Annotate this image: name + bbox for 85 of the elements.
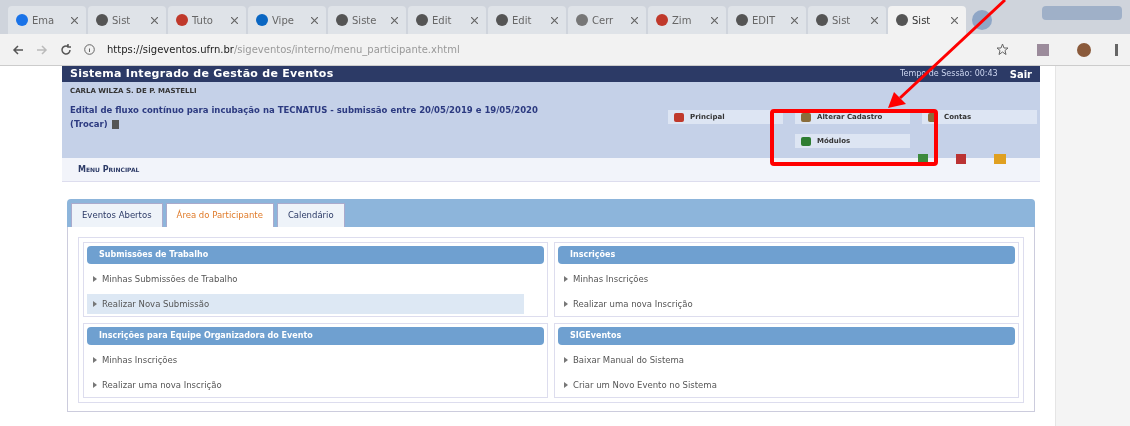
address-field[interactable]: https://sigeventos.ufrn.br/sigeventos/interno/menu_participante.xhtml — [107, 42, 460, 57]
logout-link[interactable]: Sair — [1009, 66, 1032, 82]
shortcut-icon — [799, 110, 813, 124]
close-icon[interactable] — [711, 16, 718, 24]
change-link[interactable]: (Trocar) — [70, 118, 108, 129]
bullet-icon — [93, 357, 97, 363]
close-icon[interactable] — [631, 16, 638, 24]
site-icon — [576, 14, 588, 26]
browser-tab[interactable]: Sist — [88, 6, 166, 34]
system-title: Sistema Integrado de Gestão de Eventos — [70, 65, 334, 82]
browser-tab[interactable]: EDIT — [728, 6, 806, 34]
menu-link[interactable]: Minhas Inscrições — [87, 350, 524, 370]
close-icon[interactable] — [871, 16, 878, 24]
menu-link[interactable]: Criar um Novo Evento no Sistema — [558, 375, 995, 395]
menu-link[interactable]: Minhas Inscrições — [558, 269, 995, 289]
tab-title: EDIT — [752, 13, 776, 28]
close-icon[interactable] — [151, 16, 158, 24]
bullet-icon — [93, 382, 97, 388]
close-icon[interactable] — [71, 16, 78, 24]
document-icon[interactable] — [111, 119, 119, 129]
site-icon — [656, 14, 668, 26]
browser-tab[interactable]: Siste — [328, 6, 406, 34]
site-icon — [16, 14, 28, 26]
menu-link[interactable]: Baixar Manual do Sistema — [558, 350, 995, 370]
site-icon — [336, 14, 348, 26]
bullet-icon — [93, 301, 97, 307]
menu-link[interactable]: Minhas Submissões de Trabalho — [87, 269, 524, 289]
browser-tab[interactable]: Vipe — [248, 6, 326, 34]
tab-title: Cerr — [592, 13, 614, 28]
tab-title: Zim — [672, 13, 692, 28]
site-icon — [816, 14, 828, 26]
site-icon — [256, 14, 268, 26]
tab-title: Edit — [512, 13, 532, 28]
section-header: Inscrições para Equipe Organizadora do Evento — [87, 327, 544, 345]
menu-link[interactable]: Realizar uma nova Inscrição — [558, 294, 995, 314]
site-icon — [896, 14, 908, 26]
menu-link[interactable]: Realizar uma nova Inscrição — [87, 375, 524, 395]
browser-tab[interactable]: Cerr — [568, 6, 646, 34]
tab-title: Ema — [32, 13, 55, 28]
browser-tab[interactable]: Zim — [648, 6, 726, 34]
browser-tab[interactable]: Tuto — [168, 6, 246, 34]
site-icon — [496, 14, 508, 26]
close-icon[interactable] — [311, 16, 318, 24]
browser-tab[interactable]: Edit — [408, 6, 486, 34]
browser-tab[interactable]: Edit — [488, 6, 566, 34]
section-header: Inscrições — [558, 246, 1015, 264]
bullet-icon — [564, 276, 568, 282]
close-icon[interactable] — [391, 16, 398, 24]
tab-title: Sist — [112, 13, 131, 28]
page-tab[interactable]: Eventos Abertos — [71, 203, 163, 227]
browser-tab[interactable]: Sist — [808, 6, 886, 34]
tab-title: Siste — [352, 13, 377, 28]
star-icon[interactable] — [996, 43, 1009, 56]
page-tab[interactable]: Calendário — [276, 203, 345, 227]
back-icon[interactable] — [12, 43, 24, 56]
site-icon — [736, 14, 748, 26]
bullet-icon — [93, 276, 97, 282]
section-header: SIGEventos — [558, 327, 1015, 345]
section-header: Submissões de Trabalho — [87, 246, 544, 264]
info-icon[interactable] — [84, 44, 95, 55]
browser-tab[interactable]: Sist — [888, 6, 966, 34]
close-icon[interactable] — [551, 16, 558, 24]
tab-title: Sist — [912, 13, 931, 28]
bullet-icon — [564, 357, 568, 363]
bullet-icon — [564, 382, 568, 388]
tab-title: Sist — [832, 13, 851, 28]
shortcut-icon — [672, 110, 686, 124]
browser-tab[interactable]: Ema — [8, 6, 86, 34]
site-icon — [416, 14, 428, 26]
event-title: Edital de fluxo contínuo para incubação na TECNATUS - submissão entre 20/05/2019 e 19/05/2020 (Trocar) — [70, 103, 539, 131]
bullet-icon — [564, 301, 568, 307]
tab-title: Tuto — [192, 13, 213, 28]
tab-title: Vipe — [272, 13, 294, 28]
close-icon[interactable] — [231, 16, 238, 24]
site-icon — [176, 14, 188, 26]
close-icon[interactable] — [471, 16, 478, 24]
menu-title: Menu Principal — [78, 163, 140, 176]
site-icon — [96, 14, 108, 26]
tab-title: Edit — [432, 13, 452, 28]
menu-link[interactable]: Realizar Nova Submissão — [87, 294, 524, 314]
profile-icon[interactable] — [1077, 42, 1091, 57]
close-icon[interactable] — [951, 16, 958, 24]
close-icon[interactable] — [791, 16, 798, 24]
shortcut-icon — [799, 134, 813, 148]
reload-icon[interactable] — [60, 43, 72, 56]
